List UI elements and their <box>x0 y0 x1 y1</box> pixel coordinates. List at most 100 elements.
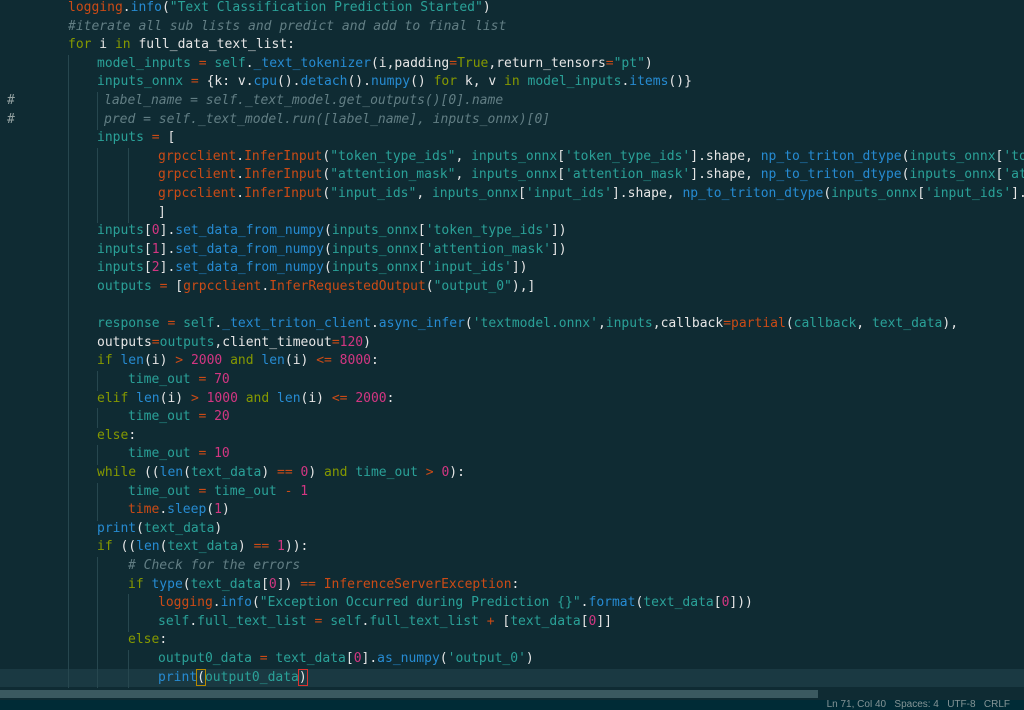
code-token: 'input_ids' <box>525 186 612 201</box>
code-line[interactable]: #iterate all sub lists and predict and a… <box>0 18 1024 36</box>
code-line[interactable]: inputs[0].set_data_from_numpy(inputs_onn… <box>0 222 1024 242</box>
code-line[interactable]: grpcclient.InferInput("token_type_ids", … <box>0 147 1024 168</box>
code-token: [ <box>557 148 566 164</box>
indent-guide <box>97 501 98 521</box>
indent-guide <box>68 501 69 521</box>
code-line[interactable]: outputs = [grpcclient.InferRequestedOutp… <box>0 278 1024 298</box>
code-token: = <box>259 651 268 666</box>
code-line[interactable]: inputs[2].set_data_from_numpy(inputs_onn… <box>0 259 1024 279</box>
code-line[interactable]: response = self._text_triton_client.asyn… <box>0 315 1024 335</box>
code-line[interactable] <box>0 296 1024 317</box>
code-line[interactable]: output0_data = text_data[0].as_numpy('ou… <box>0 650 1024 670</box>
code-line[interactable]: # pred = self._text_model.run([label_name… <box>0 110 1024 131</box>
code-token: ( <box>251 595 260 611</box>
horizontal-scrollbar[interactable] <box>0 688 1024 700</box>
indent-guide <box>128 594 129 614</box>
code-token: self <box>158 613 190 629</box>
code-line[interactable]: # label_name = self._text_model.get_outpu… <box>0 92 1024 112</box>
code-line[interactable]: print(text_data) <box>0 519 1024 540</box>
code-line[interactable]: model_inputs = self._text_tokenizer(i,pa… <box>0 54 1024 75</box>
code-line[interactable]: elif len(i) > 1000 and len(i) <= 2000: <box>0 389 1024 410</box>
code-text: pred = self._text_model.run([label_name]… <box>104 111 550 129</box>
code-token: [ <box>417 223 426 239</box>
code-token: len <box>120 353 144 369</box>
code-line[interactable]: else: <box>0 631 1024 651</box>
code-line[interactable]: logging.info("Exception Occurred during … <box>0 594 1024 614</box>
code-token: "token_type_ids" <box>330 148 456 164</box>
code-line[interactable]: inputs_onnx = {k: v.cpu().detach().numpy… <box>0 73 1024 93</box>
code-token: ()} <box>668 74 692 90</box>
scrollbar-thumb[interactable] <box>0 690 818 698</box>
indent-guide <box>68 278 69 298</box>
code-line[interactable]: print(output0_data) <box>0 668 1024 689</box>
code-line[interactable]: time.sleep(1) <box>0 501 1024 521</box>
code-token: #iterate all sub lists and predict and a… <box>68 18 507 34</box>
code-token: 1 <box>214 502 222 518</box>
code-token: inputs_onnx <box>331 260 418 276</box>
code-text: time.sleep(1) <box>128 501 230 519</box>
indent-guide <box>128 185 129 205</box>
code-token: text_data <box>275 651 346 666</box>
code-token: (i) <box>159 390 191 406</box>
code-token: for <box>68 37 92 53</box>
code-token: InferInput <box>244 186 323 201</box>
code-line[interactable]: if ((len(text_data) == 1)): <box>0 538 1024 558</box>
code-token: inputs_onnx <box>431 186 519 201</box>
indent-guide <box>68 73 69 93</box>
code-line[interactable]: while ((len(text_data) == 0) and time_ou… <box>0 464 1024 484</box>
code-line[interactable]: ] <box>0 203 1024 224</box>
code-token: () <box>410 74 434 90</box>
code-text: outputs = [grpcclient.InferRequestedOutp… <box>97 278 535 296</box>
code-line[interactable]: if len(i) > 2000 and len(i) <= 8000: <box>0 352 1024 372</box>
code-text: ] <box>158 204 166 222</box>
code-text: inputs[1].set_data_from_numpy(inputs_onn… <box>97 241 567 259</box>
code-line[interactable]: logging.info("Text Classification Predic… <box>0 0 1024 17</box>
code-token: ),] <box>511 279 536 294</box>
code-line[interactable]: time_out = time_out - 1 <box>0 482 1024 503</box>
code-line[interactable]: if type(text_data[0]) == InferenceServer… <box>0 575 1024 596</box>
code-token: ( <box>464 316 473 332</box>
indent-guide <box>68 426 69 447</box>
code-token: ) <box>261 465 278 480</box>
code-text: if ((len(text_data) == 1)): <box>97 538 308 556</box>
indent-guide <box>68 92 69 112</box>
indent-guide <box>97 650 98 670</box>
code-line[interactable]: time_out = 70 <box>0 371 1024 391</box>
code-line[interactable]: inputs[1].set_data_from_numpy(inputs_onn… <box>0 240 1024 261</box>
code-token: 'token_type_ids' <box>425 223 551 239</box>
code-line[interactable]: self.full_text_list = self.full_text_lis… <box>0 612 1024 633</box>
code-line[interactable]: time_out = 10 <box>0 445 1024 465</box>
code-token: outputs <box>97 279 152 294</box>
code-token: text_data <box>510 613 581 629</box>
code-token: time_out <box>128 483 191 499</box>
code-line[interactable]: for i in full_data_text_list: <box>0 36 1024 54</box>
indent-guide <box>128 147 129 168</box>
code-token: + <box>486 613 495 629</box>
code-text: grpcclient.InferInput("attention_mask", … <box>158 166 1024 184</box>
code-line[interactable]: inputs = [ <box>0 129 1024 149</box>
code-token: inputs <box>97 223 144 239</box>
code-line[interactable]: time_out = 20 <box>0 408 1024 428</box>
code-line[interactable]: # Check for the errors <box>0 557 1024 577</box>
code-token: [ <box>917 186 926 201</box>
code-token: ( <box>324 241 332 257</box>
indent-guide <box>97 166 98 186</box>
code-line[interactable]: grpcclient.InferInput("attention_mask", … <box>0 166 1024 186</box>
code-token: . <box>370 316 379 332</box>
code-token: . <box>212 595 221 611</box>
code-token: InferenceServerException <box>323 576 512 592</box>
code-token: 0 <box>353 651 362 666</box>
code-line[interactable]: else: <box>0 426 1024 447</box>
code-line[interactable]: grpcclient.InferInput ("input_ids", input… <box>0 185 1024 205</box>
code-line[interactable]: outputs=outputs,client_timeout=120) <box>0 333 1024 354</box>
indent-guide <box>97 631 98 651</box>
code-token: inputs_onnx <box>331 241 418 257</box>
code-token: . <box>159 502 168 518</box>
code-editor[interactable]: logging.info("Text Classification Predic… <box>0 0 1024 700</box>
code-token: . <box>236 186 245 201</box>
code-token: in <box>504 74 520 90</box>
